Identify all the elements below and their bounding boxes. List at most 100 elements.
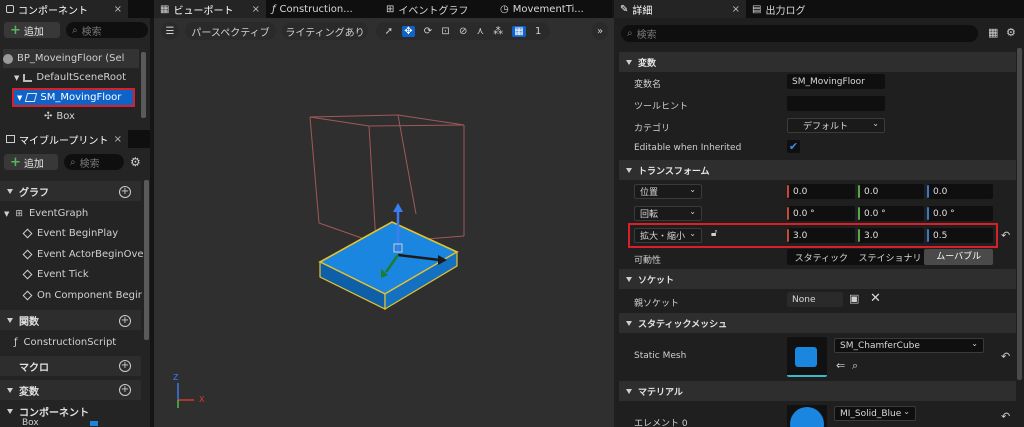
grid-snap-icon[interactable]: ▦ — [512, 25, 526, 37]
static-mesh-section-header[interactable]: スタティックメッシュ — [619, 313, 1016, 333]
viewport[interactable]: Z X — [154, 18, 614, 427]
add-macro-icon[interactable]: + — [119, 360, 131, 372]
event-item[interactable]: Event ActorBeginOve — [22, 244, 144, 265]
tab-movement-timeline[interactable]: ◷ MovementTi... — [494, 0, 612, 18]
viewport-menu-button[interactable]: ☰ — [161, 22, 179, 40]
timeline-icon: ◷ — [500, 3, 509, 15]
browse-icon[interactable]: ⌕ — [852, 359, 858, 373]
close-icon[interactable]: × — [114, 134, 122, 145]
tab-output-log[interactable]: ▤ 出力ログ — [746, 0, 856, 18]
category-dropdown[interactable]: デフォルト ⌄ — [787, 118, 885, 133]
clear-x-icon[interactable]: ✕ — [870, 291, 881, 306]
tab-event-graph[interactable]: ⊞ イベントグラフ — [380, 0, 494, 18]
move-icon[interactable]: ✥ — [402, 25, 415, 37]
var-name-field[interactable]: SM_MovingFloor — [787, 74, 885, 89]
scale-icon[interactable]: ⊡ — [441, 26, 449, 37]
details-scrollbar[interactable] — [1017, 48, 1022, 380]
mobility-stationary-option[interactable]: ステイショナリ — [856, 251, 925, 264]
add-graph-icon[interactable]: + — [119, 186, 131, 198]
scale-x-field[interactable]: 3.0 — [787, 228, 855, 243]
collapse-arrow-icon — [626, 59, 632, 65]
world-icon[interactable]: ⊘ — [459, 26, 467, 37]
use-selected-icon[interactable]: ⇐ — [836, 359, 845, 372]
component-variable-item[interactable]: Box — [22, 418, 39, 427]
static-mesh-dropdown[interactable]: SM_ChamferCube ⌄ — [834, 338, 984, 353]
tab-construction-script[interactable]: ƒ Construction... — [266, 0, 380, 18]
event-item[interactable]: Event Tick — [22, 264, 89, 285]
add-variable-icon[interactable]: + — [119, 384, 131, 396]
material-dropdown[interactable]: MI_Solid_Blue ⌄ — [834, 406, 916, 421]
location-z-field[interactable]: 0.0 — [927, 184, 993, 199]
lighting-button[interactable]: ライティングあり — [282, 22, 368, 40]
scale-z-field[interactable]: 0.5 — [927, 228, 993, 243]
perspective-label: パースペクティブ — [191, 27, 270, 39]
editable-checkbox[interactable]: ✔ — [787, 140, 800, 153]
reset-scale-icon[interactable]: ↶ — [1001, 229, 1010, 242]
material-thumbnail[interactable] — [787, 405, 827, 427]
tab-components[interactable]: コンポーネント × — [0, 0, 128, 18]
components-search-input[interactable]: ⌕ 検索 — [66, 22, 148, 38]
tab-details[interactable]: ✎ 詳細 × — [614, 0, 746, 18]
tab-my-blueprint-label: マイブループリント — [19, 135, 109, 147]
scale-y-field[interactable]: 3.0 — [858, 228, 924, 243]
transform-section-header[interactable]: トランスフォーム — [619, 160, 1016, 180]
reset-mesh-icon[interactable]: ↶ — [1001, 350, 1010, 363]
rotation-z-field[interactable]: 0.0 ° — [927, 206, 993, 221]
tab-my-blueprint[interactable]: マイブループリント × — [0, 130, 128, 148]
settings-gear-icon[interactable]: ⚙ — [1006, 26, 1016, 39]
event-graph-item[interactable]: ▼ ⊞ EventGraph — [4, 203, 88, 224]
expand-arrow-icon: ▼ — [14, 73, 20, 82]
add-function-icon[interactable]: + — [119, 315, 131, 327]
material-section-header[interactable]: マテリアル — [619, 381, 1016, 401]
scale-dropdown[interactable]: 拡大・縮小 ⌄ — [634, 228, 702, 243]
unlock-icon[interactable]: 🔓︎ — [711, 228, 717, 239]
tree-item-root[interactable]: BP_MoveingFloor (Sel — [3, 49, 139, 68]
parent-socket-field[interactable]: None — [787, 292, 843, 307]
gear-icon[interactable]: ⚙ — [130, 155, 141, 169]
event-label: Event BeginPlay — [37, 228, 119, 239]
browse-folder-icon[interactable]: ▣ — [849, 292, 859, 305]
location-dropdown[interactable]: 位置 ⌄ — [634, 184, 702, 199]
rotation-dropdown[interactable]: 回転 ⌄ — [634, 206, 702, 221]
close-icon[interactable]: × — [252, 4, 260, 15]
select-icon[interactable]: ➚ — [385, 26, 393, 37]
grid-view-icon[interactable]: ▦ — [988, 26, 998, 39]
add-component-button[interactable]: + 追加 — [4, 22, 60, 38]
location-x-field[interactable]: 0.0 — [787, 184, 855, 199]
perspective-button[interactable]: パースペクティブ — [185, 22, 276, 40]
add-blueprint-item-button[interactable]: + 追加 — [4, 154, 58, 170]
rotation-y-field[interactable]: 0.0 ° — [858, 206, 924, 221]
close-icon[interactable]: × — [114, 4, 122, 15]
tab-label: 出力ログ — [765, 5, 806, 17]
construction-script-item[interactable]: ƒ ConstructionScript — [14, 332, 116, 353]
blueprint-scrollbar[interactable] — [144, 180, 149, 340]
surface-snap-icon[interactable]: ⁂ — [493, 26, 503, 37]
tooltip-field[interactable] — [787, 96, 885, 111]
tree-item-box[interactable]: ✣ Box — [44, 107, 75, 126]
location-y-field[interactable]: 0.0 — [858, 184, 924, 199]
blueprint-search-input[interactable]: ⌕ 検索 — [64, 154, 124, 170]
snap-icon[interactable]: ⋏ — [477, 26, 484, 37]
viewport-overflow-button[interactable]: » — [592, 22, 608, 40]
tree-item-scene-root[interactable]: ▼ DefaultSceneRoot — [14, 68, 126, 87]
section-label: トランスフォーム — [638, 166, 710, 177]
event-item[interactable]: On Component Begir — [22, 285, 142, 306]
tab-viewport[interactable]: ▦ ビューポート × — [154, 0, 266, 18]
details-search-input[interactable]: ⌕ 検索 — [621, 25, 978, 42]
mobility-movable-option[interactable]: ムーバブル — [924, 249, 994, 265]
close-icon[interactable]: × — [732, 4, 740, 15]
socket-section-header[interactable]: ソケット — [619, 269, 1016, 289]
variable-section-header[interactable]: 変数 — [619, 52, 1016, 72]
graph-icon: ⊞ — [15, 208, 23, 219]
rotation-x-field[interactable]: 0.0 ° — [787, 206, 855, 221]
reset-material-icon[interactable]: ↶ — [1001, 410, 1010, 423]
components-scrollbar[interactable] — [141, 52, 146, 118]
rotate-icon[interactable]: ⟳ — [424, 26, 432, 37]
search-placeholder: 検索 — [81, 26, 102, 38]
tree-item-selected-mesh[interactable]: ▼ SM_MovingFloor — [12, 88, 135, 107]
event-item[interactable]: Event BeginPlay — [22, 223, 119, 244]
mesh-thumbnail[interactable] — [787, 337, 827, 377]
chevron-down-icon: ⌄ — [689, 185, 696, 194]
grid-size-value[interactable]: 1 — [535, 26, 541, 37]
mobility-static-option[interactable]: スタティック — [787, 251, 856, 264]
